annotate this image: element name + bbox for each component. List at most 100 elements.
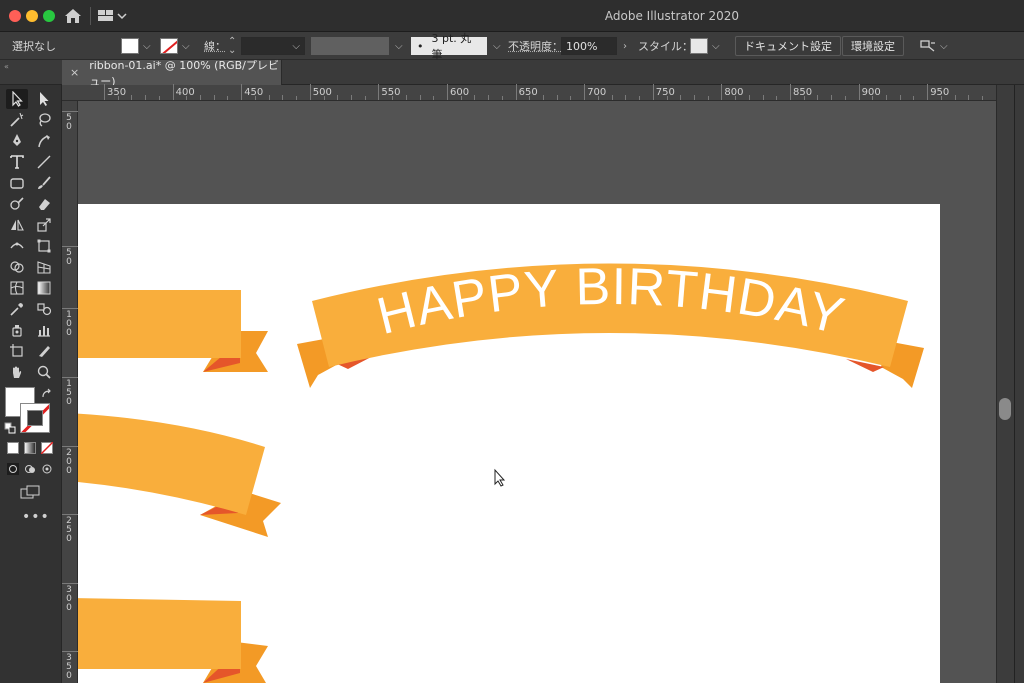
column-graph-tool[interactable] (33, 320, 55, 340)
opacity-field[interactable]: 100% › (561, 32, 627, 60)
type-tool[interactable] (6, 152, 28, 172)
ruler-minor-tick (364, 96, 366, 100)
color-mode-icon[interactable] (7, 442, 19, 454)
ruler-major-tick (378, 84, 380, 100)
left-ribbon-straight-top[interactable] (78, 290, 268, 372)
draw-inside-icon[interactable] (41, 463, 53, 475)
chevron-down-icon: ⌵ (395, 40, 403, 52)
line-segment-tool[interactable] (33, 152, 55, 172)
left-ribbon-curved[interactable] (78, 413, 281, 537)
right-panel-dock[interactable] (1014, 85, 1024, 683)
profile-preview (311, 37, 389, 55)
ruler-label: 550 (381, 87, 401, 98)
ruler-minor-tick (433, 96, 435, 100)
vertical-ruler: 50 50 100 150 200 250 300 350 (62, 101, 78, 683)
vertical-scrollbar[interactable] (996, 85, 1014, 683)
slice-tool[interactable] (33, 341, 55, 361)
chevron-right-icon[interactable]: › (623, 41, 627, 52)
preferences-button[interactable]: 環境設定 (842, 36, 904, 56)
magic-wand-tool[interactable] (6, 110, 28, 130)
ruler-major-tick (652, 84, 654, 100)
ruler-minor-tick (831, 95, 833, 100)
opacity-input[interactable]: 100% (561, 37, 617, 55)
perspective-grid-tool[interactable] (33, 257, 55, 277)
ruler-minor-tick (158, 96, 160, 100)
ruler-minor-tick (213, 95, 215, 100)
artboard-tool[interactable] (6, 341, 28, 361)
zoom-tool[interactable] (33, 362, 55, 382)
stroke-color-swatch[interactable] (20, 403, 50, 433)
ruler-label: 300 (66, 585, 72, 613)
shape-builder-tool[interactable] (6, 257, 28, 277)
width-tool[interactable] (6, 236, 28, 256)
ruler-minor-tick (501, 96, 503, 100)
document-setup-wrap: ドキュメント設定 (735, 32, 841, 60)
reflect-tool[interactable] (6, 215, 28, 235)
default-fill-stroke-icon[interactable] (4, 422, 16, 434)
gradient-mode-icon[interactable] (24, 442, 36, 454)
ribbon-body (78, 598, 241, 669)
gradient-tool[interactable] (33, 278, 55, 298)
symbol-sprayer-tool[interactable] (6, 320, 28, 340)
edit-toolbar-ellipsis-icon[interactable]: ••• (22, 509, 50, 525)
rectangle-tool[interactable] (6, 173, 28, 193)
swap-fill-stroke-icon[interactable] (41, 388, 53, 400)
selection-tool[interactable] (6, 89, 28, 109)
scale-tool[interactable] (33, 215, 55, 235)
ruler-major-tick (62, 651, 78, 652)
curvature-tool[interactable] (33, 131, 55, 151)
brush-dot-icon: • (417, 39, 424, 53)
variable-width-profile[interactable]: ⌵ (311, 32, 403, 60)
tab-ribbon-document[interactable]: × ribbon-01.ai* @ 100% (RGB/プレビュー) (62, 59, 282, 88)
graphic-style-dropdown[interactable]: ⌵ (690, 32, 720, 60)
arrange-documents-dropdown[interactable]: ⌵ (920, 32, 948, 60)
pen-tool[interactable] (6, 131, 28, 151)
ruler-label: 750 (655, 87, 675, 98)
ruler-major-tick (721, 84, 723, 100)
eraser-tool[interactable] (33, 194, 55, 214)
ruler-minor-tick (474, 95, 476, 100)
none-mode-icon[interactable] (41, 442, 53, 454)
scrollbar-thumb[interactable] (999, 398, 1011, 420)
ruler-minor-tick (131, 95, 133, 100)
ribbon-body (78, 413, 265, 515)
ruler-major-tick (62, 446, 78, 447)
happy-birthday-banner[interactable]: HAPPY BIRTHDAY (297, 258, 924, 388)
left-ribbon-straight-bottom[interactable] (78, 598, 268, 683)
eyedropper-tool[interactable] (6, 299, 28, 319)
stroke-weight-input[interactable]: ⌵ (241, 37, 305, 55)
opacity-label[interactable]: 不透明度： (508, 32, 563, 60)
mesh-tool[interactable] (6, 278, 28, 298)
ruler-minor-tick (968, 95, 970, 100)
type-t-icon (10, 155, 24, 169)
ruler-minor-tick (543, 95, 545, 100)
screen-mode-icon[interactable] (20, 485, 40, 499)
close-tab-icon[interactable]: × (70, 66, 79, 79)
title-bar: Adobe Illustrator 2020 (0, 0, 1024, 32)
ruler-minor-tick (707, 96, 709, 100)
ruler-minor-tick (611, 95, 613, 100)
ruler-minor-tick (762, 95, 764, 100)
eraser-icon (39, 199, 50, 210)
draw-behind-icon[interactable] (24, 463, 36, 475)
direct-selection-tool[interactable] (33, 89, 55, 109)
hand-tool[interactable] (6, 362, 28, 382)
free-transform-tool[interactable] (33, 236, 55, 256)
draw-normal-icon[interactable] (7, 463, 19, 475)
lasso-tool[interactable] (33, 110, 55, 130)
shaper-tool[interactable] (6, 194, 28, 214)
ruler-minor-tick (639, 96, 641, 100)
paintbrush-tool[interactable] (33, 173, 55, 193)
blend-tool[interactable] (33, 299, 55, 319)
gradient-icon (37, 281, 51, 295)
brush-definition-dropdown[interactable]: • 3 pt. 丸筆 ⌵ (411, 32, 501, 61)
ruler-minor-tick (488, 95, 490, 100)
document-setup-button[interactable]: ドキュメント設定 (735, 36, 841, 56)
canvas-pasteboard[interactable]: HAPPY BIRTHDAY (78, 101, 996, 683)
ruler-label: 250 (66, 516, 72, 544)
collapse-toolbar-icon[interactable]: « (4, 62, 9, 71)
ruler-major-tick (447, 84, 448, 100)
chevron-down-icon: ⌵ (493, 40, 501, 52)
pen-icon (13, 134, 21, 146)
ruler-major-tick (927, 84, 929, 100)
